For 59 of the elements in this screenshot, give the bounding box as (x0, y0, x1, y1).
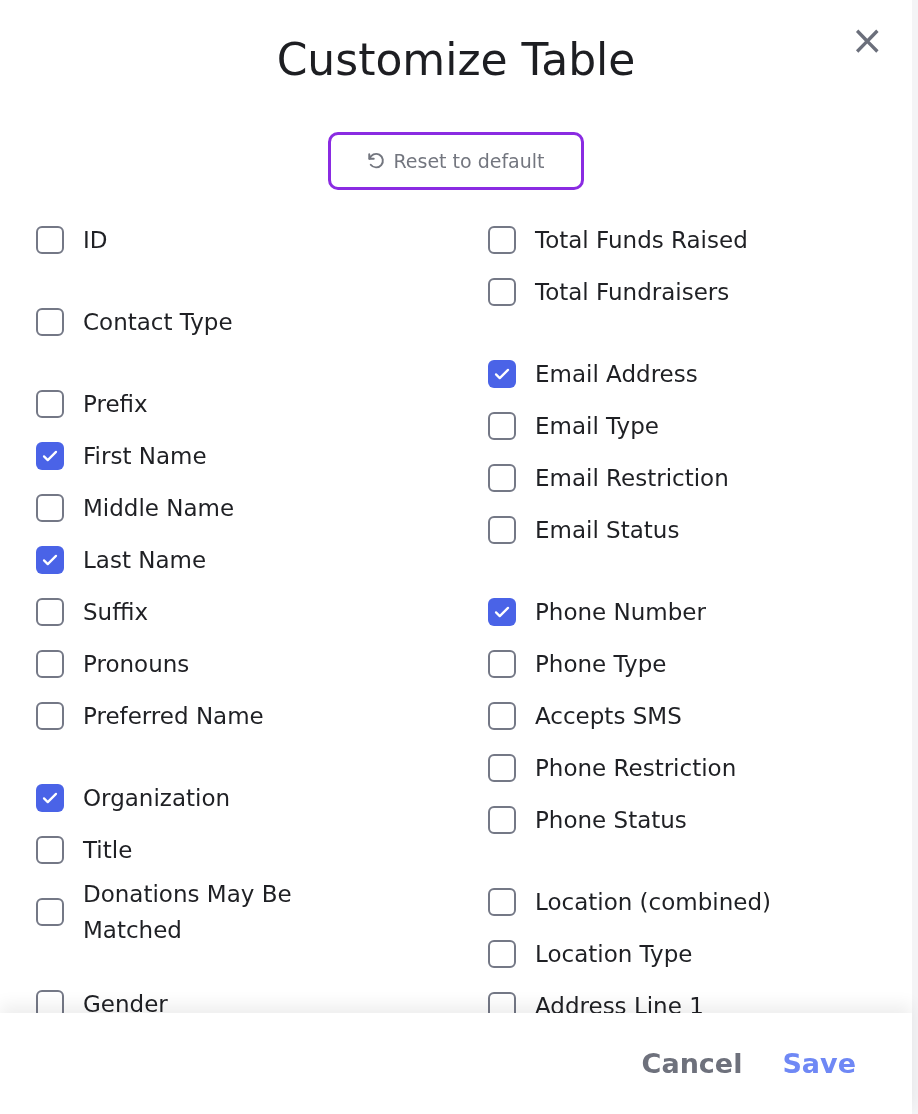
column-label: Phone Type (535, 650, 667, 679)
column-label: Total Fundraisers (535, 278, 730, 307)
column-label: Gender (83, 990, 168, 1013)
checkbox[interactable] (36, 390, 64, 418)
checkbox[interactable] (36, 836, 64, 864)
column-label: Organization (83, 784, 231, 813)
column-label: Location Type (535, 940, 693, 969)
column-label: ID (83, 226, 108, 255)
checkbox[interactable] (488, 598, 516, 626)
column-label: Email Status (535, 516, 680, 545)
checkbox[interactable] (36, 226, 64, 254)
column-label: Phone Status (535, 806, 687, 835)
column-label: Last Name (83, 546, 207, 575)
checkbox[interactable] (488, 940, 516, 968)
column-label: Email Type (535, 412, 659, 441)
column-label: Email Address (535, 360, 698, 389)
checkbox[interactable] (488, 226, 516, 254)
checkbox[interactable] (488, 360, 516, 388)
column-label: Contact Type (83, 308, 233, 337)
checkbox[interactable] (488, 754, 516, 782)
checkbox[interactable] (36, 308, 64, 336)
column-label: First Name (83, 442, 207, 471)
column-label: Total Funds Raised (535, 226, 748, 255)
checkbox[interactable] (36, 650, 64, 678)
reset-button[interactable]: Reset to default (328, 132, 584, 190)
dialog-title: Customize Table (276, 33, 636, 87)
checkbox[interactable] (488, 992, 516, 1013)
column-label: Pronouns (83, 650, 190, 679)
checkbox[interactable] (36, 898, 64, 926)
checkbox[interactable] (488, 650, 516, 678)
checkbox[interactable] (488, 464, 516, 492)
checkbox[interactable] (36, 598, 64, 626)
checkbox[interactable] (36, 990, 64, 1013)
column-label: Preferred Name (83, 702, 264, 731)
checkbox[interactable] (488, 888, 516, 916)
checkbox[interactable] (488, 806, 516, 834)
checkbox[interactable] (488, 702, 516, 730)
column-label: Suffix (83, 598, 149, 627)
close-button[interactable]: × (846, 22, 888, 58)
save-button[interactable]: Save (782, 1048, 856, 1079)
column-label: Location (combined) (535, 888, 771, 917)
checkbox[interactable] (488, 278, 516, 306)
column-label: Email Restriction (535, 464, 729, 493)
cancel-button[interactable]: Cancel (641, 1048, 743, 1079)
column-label: Middle Name (83, 494, 235, 523)
column-label: Phone Number (535, 598, 706, 627)
column-label: Prefix (83, 390, 148, 419)
column-label: Donations May Be Matched (83, 880, 293, 945)
checkbox[interactable] (488, 412, 516, 440)
column-label: Accepts SMS (535, 702, 682, 731)
checkbox[interactable] (36, 494, 64, 522)
checkbox[interactable] (488, 516, 516, 544)
column-label: Title (83, 836, 133, 865)
checkbox[interactable] (36, 442, 64, 470)
checkbox[interactable] (36, 546, 64, 574)
column-label: Phone Restriction (535, 754, 737, 783)
undo-icon (367, 152, 386, 170)
checkbox[interactable] (36, 702, 64, 730)
checkbox[interactable] (36, 784, 64, 812)
